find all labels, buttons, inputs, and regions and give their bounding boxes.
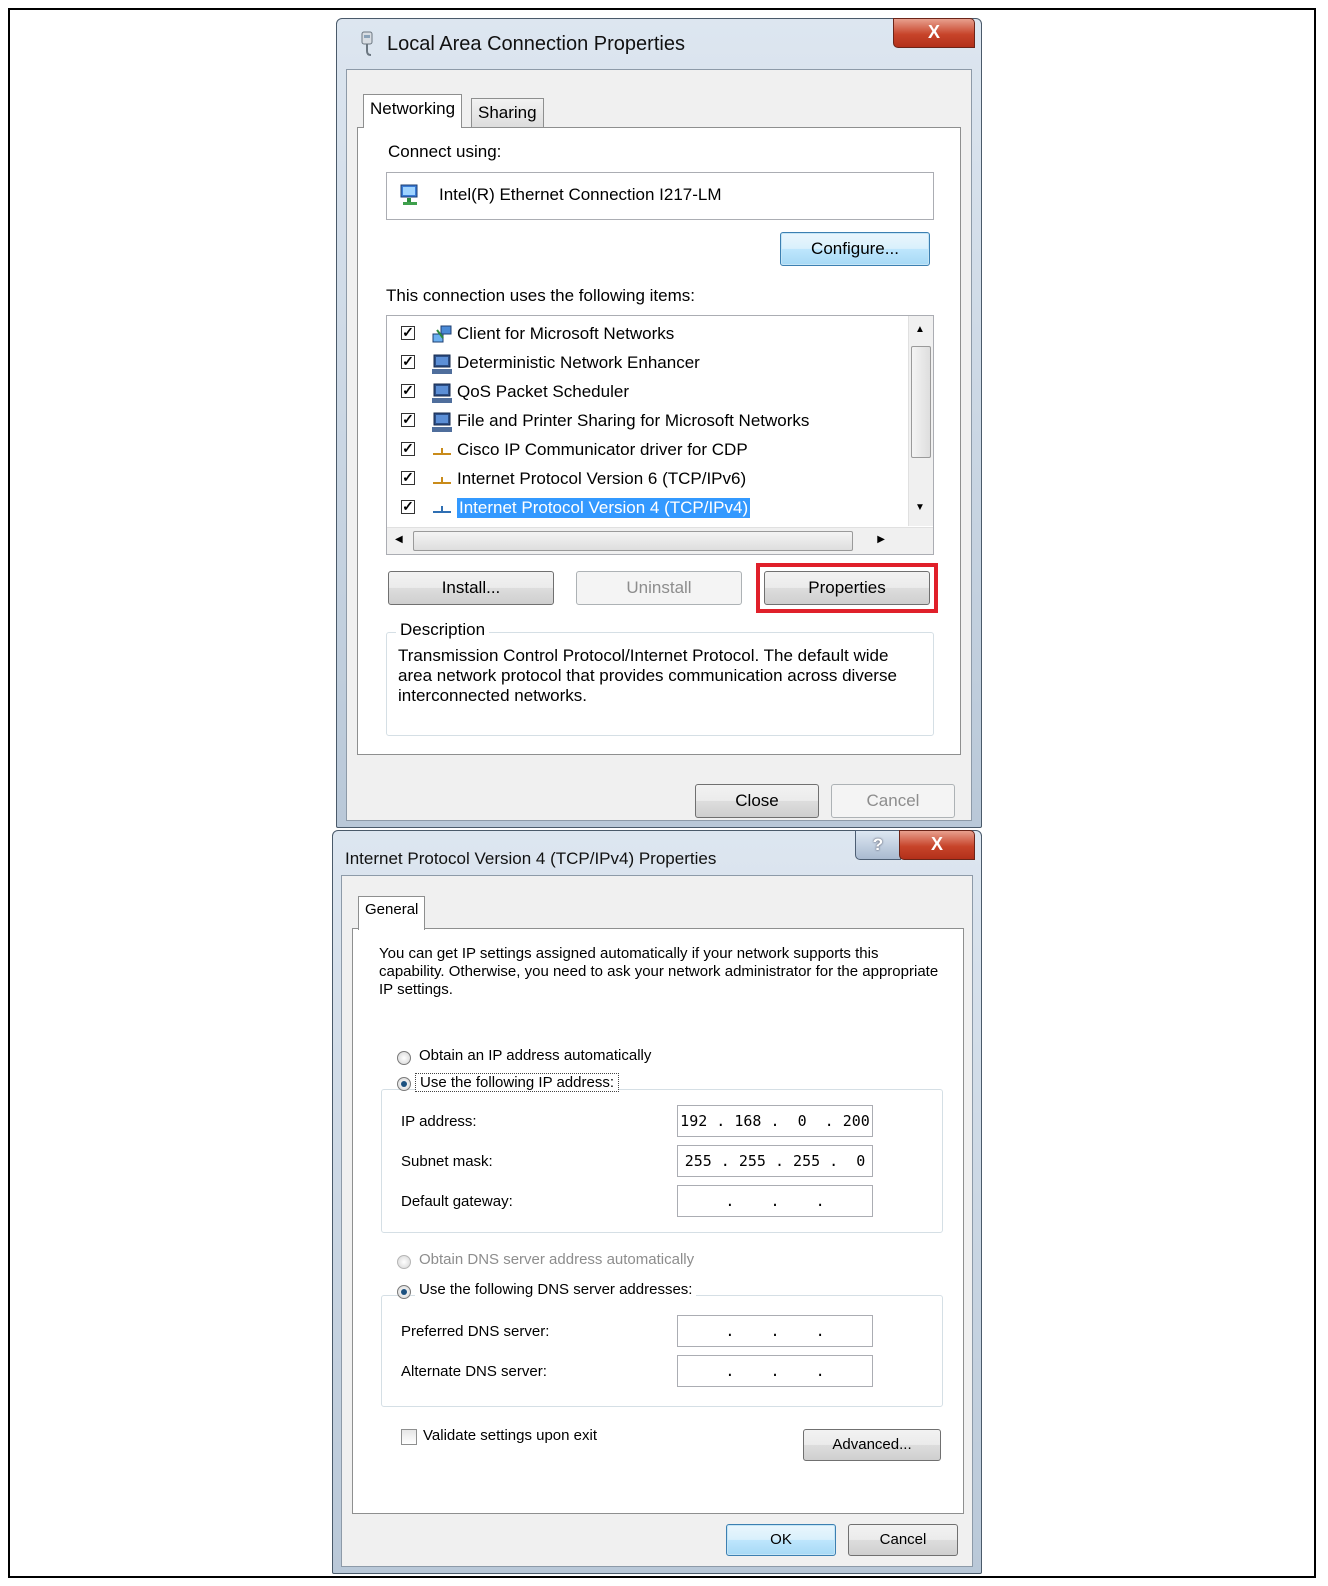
validate-checkbox[interactable]	[401, 1429, 417, 1445]
subnet-mask-field[interactable]: 255 . 255 . 255 . 0	[677, 1145, 873, 1177]
local-area-connection-properties-dialog: Local Area Connection Properties X Netwo…	[336, 18, 982, 828]
item-label: Deterministic Network Enhancer	[457, 353, 700, 372]
uninstall-button[interactable]: Uninstall	[576, 571, 742, 605]
subnet-mask-label: Subnet mask:	[401, 1153, 493, 1170]
close-window-button[interactable]: X	[893, 18, 975, 48]
item-label: Internet Protocol Version 4 (TCP/IPv4)	[457, 498, 751, 518]
default-gateway-label: Default gateway:	[401, 1193, 513, 1210]
obtain-ip-auto-radio[interactable]	[397, 1051, 411, 1065]
window-title: Internet Protocol Version 4 (TCP/IPv4) P…	[345, 849, 717, 868]
ip-address-label: IP address:	[401, 1113, 477, 1130]
checkbox[interactable]: ✓	[401, 412, 415, 427]
checkbox[interactable]: ✓	[401, 441, 415, 456]
checkbox[interactable]: ✓	[401, 470, 415, 485]
window-title: Local Area Connection Properties	[387, 33, 685, 55]
protocol-icon	[433, 448, 451, 455]
close-window-button[interactable]: X	[899, 830, 975, 860]
preferred-dns-field[interactable]: . . .	[677, 1315, 873, 1347]
cancel-button[interactable]: Cancel	[848, 1524, 958, 1556]
dns-server-group	[381, 1295, 943, 1407]
vertical-scrollbar[interactable]: ▲ ▼	[908, 316, 933, 526]
intro-text: You can get IP settings assigned automat…	[379, 945, 939, 998]
components-list[interactable]: ✓ Client for Microsoft Networks ✓ Determ…	[386, 315, 934, 555]
item-label: File and Printer Sharing for Microsoft N…	[457, 411, 810, 430]
service-computer-icon	[432, 354, 452, 374]
description-heading: Description	[396, 620, 490, 640]
obtain-dns-auto-label[interactable]: Obtain DNS server address automatically	[419, 1251, 694, 1268]
install-button[interactable]: Install...	[388, 571, 554, 605]
adapter-box: Intel(R) Ethernet Connection I217-LM	[386, 172, 934, 220]
protocol-icon	[433, 477, 451, 484]
scroll-up-arrow-icon[interactable]: ▲	[915, 324, 925, 335]
item-label: Internet Protocol Version 6 (TCP/IPv6)	[457, 469, 747, 488]
obtain-ip-auto-label[interactable]: Obtain an IP address automatically	[419, 1047, 651, 1064]
networking-panel: Connect using: Intel(R) Ethernet Connect…	[357, 127, 961, 755]
item-label: Client for Microsoft Networks	[457, 324, 675, 343]
network-connection-icon	[361, 31, 373, 56]
description-text: Transmission Control Protocol/Internet P…	[398, 646, 897, 705]
checkbox[interactable]: ✓	[401, 383, 415, 398]
general-panel: You can get IP settings assigned automat…	[352, 928, 964, 1514]
dialog-client-area: General You can get IP settings assigned…	[341, 875, 973, 1567]
properties-button[interactable]: Properties	[764, 571, 930, 605]
use-following-ip-radio[interactable]	[397, 1077, 411, 1091]
advanced-button[interactable]: Advanced...	[803, 1429, 941, 1461]
title-bar[interactable]: Local Area Connection Properties X	[337, 18, 981, 67]
scroll-left-arrow-icon[interactable]: ◀	[395, 534, 403, 545]
close-button[interactable]: Close	[695, 784, 819, 818]
ip-address-field[interactable]: 192 . 168 . 0 . 200	[677, 1105, 873, 1137]
scrollbar-thumb[interactable]	[911, 346, 931, 458]
configure-button[interactable]: Configure...	[780, 232, 930, 266]
alternate-dns-field[interactable]: . . .	[677, 1355, 873, 1387]
use-following-ip-label[interactable]: Use the following IP address:	[415, 1073, 619, 1092]
title-bar[interactable]: Internet Protocol Version 4 (TCP/IPv4) P…	[333, 830, 981, 879]
adapter-name: Intel(R) Ethernet Connection I217-LM	[439, 185, 722, 204]
tab-networking[interactable]: Networking	[363, 94, 463, 128]
dialog-client-area: Networking Sharing Connect using: Intel(…	[346, 69, 972, 821]
validate-label[interactable]: Validate settings upon exit	[423, 1427, 597, 1444]
service-computer-icon	[432, 412, 452, 432]
scroll-right-arrow-icon[interactable]: ▶	[877, 534, 885, 545]
protocol-icon	[433, 506, 451, 513]
checkbox[interactable]: ✓	[401, 499, 415, 514]
cancel-button[interactable]: Cancel	[831, 784, 955, 818]
ipv4-properties-dialog: Internet Protocol Version 4 (TCP/IPv4) P…	[332, 830, 982, 1574]
connect-using-label: Connect using:	[388, 142, 502, 161]
scrollbar-thumb[interactable]	[413, 531, 853, 551]
checkbox[interactable]: ✓	[401, 325, 415, 340]
item-label: QoS Packet Scheduler	[457, 382, 629, 401]
items-label: This connection uses the following items…	[386, 286, 695, 305]
use-following-dns-radio[interactable]	[397, 1285, 411, 1299]
preferred-dns-label: Preferred DNS server:	[401, 1323, 550, 1340]
default-gateway-field[interactable]: . . .	[677, 1185, 873, 1217]
ok-button[interactable]: OK	[726, 1524, 836, 1556]
network-adapter-icon	[400, 184, 418, 205]
item-label: Cisco IP Communicator driver for CDP	[457, 440, 748, 459]
help-button[interactable]: ?	[855, 830, 901, 860]
checkbox[interactable]: ✓	[401, 354, 415, 369]
tab-sharing[interactable]: Sharing	[471, 98, 544, 128]
tab-general[interactable]: General	[358, 896, 426, 930]
horizontal-scrollbar[interactable]: ◀ ▶	[387, 527, 933, 554]
alternate-dns-label: Alternate DNS server:	[401, 1363, 547, 1380]
service-computer-icon	[432, 383, 452, 403]
scroll-down-arrow-icon[interactable]: ▼	[915, 502, 925, 513]
client-network-icon	[432, 325, 452, 343]
obtain-dns-auto-radio[interactable]	[397, 1255, 411, 1269]
use-following-dns-label[interactable]: Use the following DNS server addresses:	[415, 1281, 697, 1298]
